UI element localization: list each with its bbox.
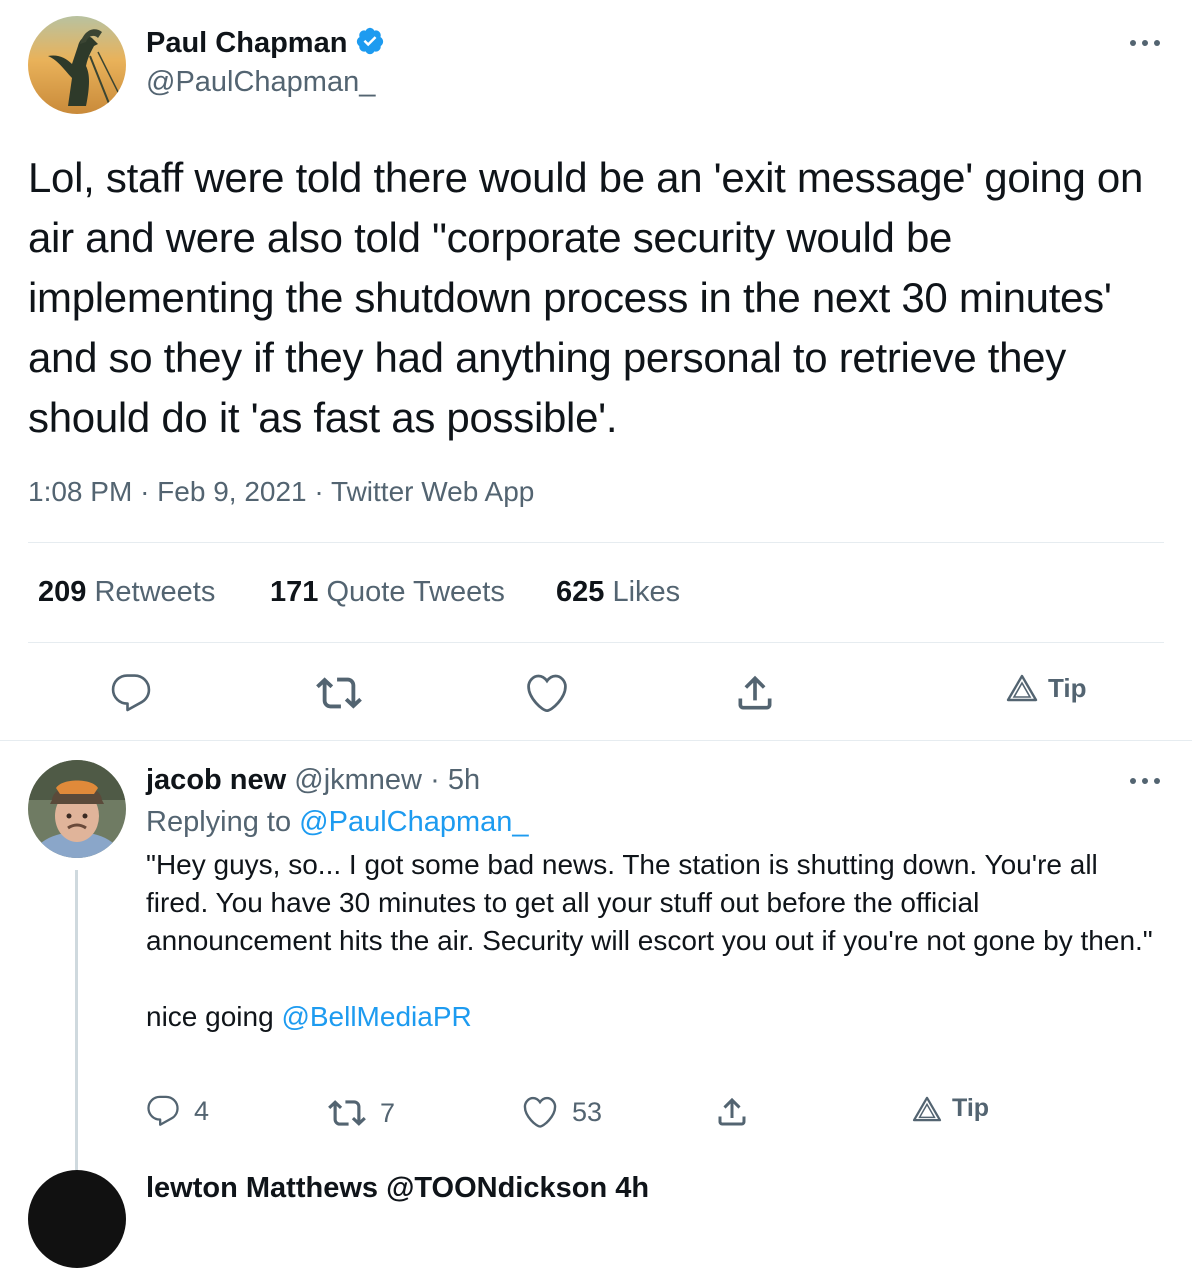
quotes-label: Quote Tweets [326, 576, 505, 608]
retweets-label: Retweets [94, 576, 216, 608]
share-icon [718, 1097, 746, 1126]
divider [28, 542, 1164, 543]
divider [0, 740, 1192, 741]
comment-icon [147, 1095, 179, 1126]
reply-author-name[interactable]: jacob new [146, 764, 286, 796]
reply-share-button[interactable] [714, 1094, 750, 1130]
share-button[interactable] [730, 668, 780, 718]
tip-button[interactable]: Tip [1006, 668, 1087, 708]
main-author-handle[interactable]: @PaulChapman_ [146, 66, 375, 99]
reply-like-count: 53 [572, 1096, 603, 1127]
tip-icon [1006, 674, 1038, 702]
main-tweet-text: Lol, staff were told there would be an '… [28, 154, 1144, 441]
reply-tip-button[interactable]: Tip [912, 1094, 989, 1123]
reply-retweet-button[interactable]: 7 [328, 1094, 395, 1132]
likes-stat[interactable]: 625 Likes [556, 576, 680, 609]
tip-label: Tip [1048, 672, 1087, 703]
tweet-source[interactable]: Twitter Web App [331, 476, 534, 507]
man-with-cap-avatar [28, 760, 126, 858]
reply-like-button[interactable]: 53 [522, 1094, 602, 1130]
meta-separator: · [140, 476, 150, 507]
reply-more-horizontal-icon[interactable] [1122, 768, 1168, 794]
reply-button[interactable] [106, 668, 156, 718]
reply-text-suffix: nice going [146, 1001, 274, 1032]
tweet-time[interactable]: 1:08 PM [28, 476, 132, 507]
main-author-name[interactable]: Paul Chapman [146, 27, 347, 60]
reply-mention[interactable]: @BellMediaPR [281, 1001, 471, 1032]
reply-reply-count: 4 [194, 1095, 210, 1126]
heart-icon [527, 674, 567, 713]
tip-icon [912, 1096, 942, 1121]
like-button[interactable] [522, 668, 572, 718]
reply-author-avatar[interactable] [28, 760, 126, 858]
reply-text-quote: "Hey guys, so... I got some bad news. Th… [146, 849, 1153, 956]
divider [28, 642, 1164, 643]
reply-tip-label: Tip [952, 1094, 990, 1122]
replying-to-label: Replying to [146, 806, 292, 838]
replying-to-line: Replying to @PaulChapman_ [146, 806, 529, 839]
retweet-icon [328, 1100, 366, 1126]
likes-count: 625 [556, 576, 605, 608]
reply-time[interactable]: 5h [448, 764, 480, 796]
main-author-avatar[interactable] [28, 16, 126, 114]
replying-to-handle[interactable]: @PaulChapman_ [299, 806, 528, 838]
next-reply-partial-header: lewton Matthews @TOONdickson 4h [146, 1172, 650, 1204]
reply-header: jacob new @jkmnew · 5h [146, 764, 480, 797]
reply-text: "Hey guys, so... I got some bad news. Th… [146, 846, 1166, 1036]
retweet-icon [316, 677, 362, 709]
retweets-stat[interactable]: 209 Retweets [38, 576, 215, 609]
reply-thread-line [75, 870, 78, 1170]
reply-author-handle[interactable]: @jkmnew [294, 764, 422, 796]
next-reply-avatar[interactable] [28, 1170, 126, 1268]
heart-icon [523, 1096, 557, 1128]
share-icon [738, 675, 772, 710]
quotes-count: 171 [270, 576, 319, 608]
meta-separator: · [314, 476, 324, 507]
reply-reply-button[interactable]: 4 [146, 1094, 209, 1128]
tweet-meta: 1:08 PM · Feb 9, 2021 · Twitter Web App [28, 476, 534, 508]
reply-retweet-count: 7 [380, 1097, 396, 1128]
liver-bird-statue-avatar [28, 16, 126, 114]
reply-meta-separator: · [430, 764, 440, 796]
quote-tweets-stat[interactable]: 171 Quote Tweets [270, 576, 505, 609]
likes-label: Likes [612, 576, 681, 608]
verified-badge-icon [355, 26, 385, 61]
retweet-button[interactable] [314, 668, 364, 718]
comment-icon [111, 674, 151, 712]
tweet-date[interactable]: Feb 9, 2021 [157, 476, 306, 507]
more-horizontal-icon[interactable] [1122, 30, 1168, 56]
retweets-count: 209 [38, 576, 87, 608]
